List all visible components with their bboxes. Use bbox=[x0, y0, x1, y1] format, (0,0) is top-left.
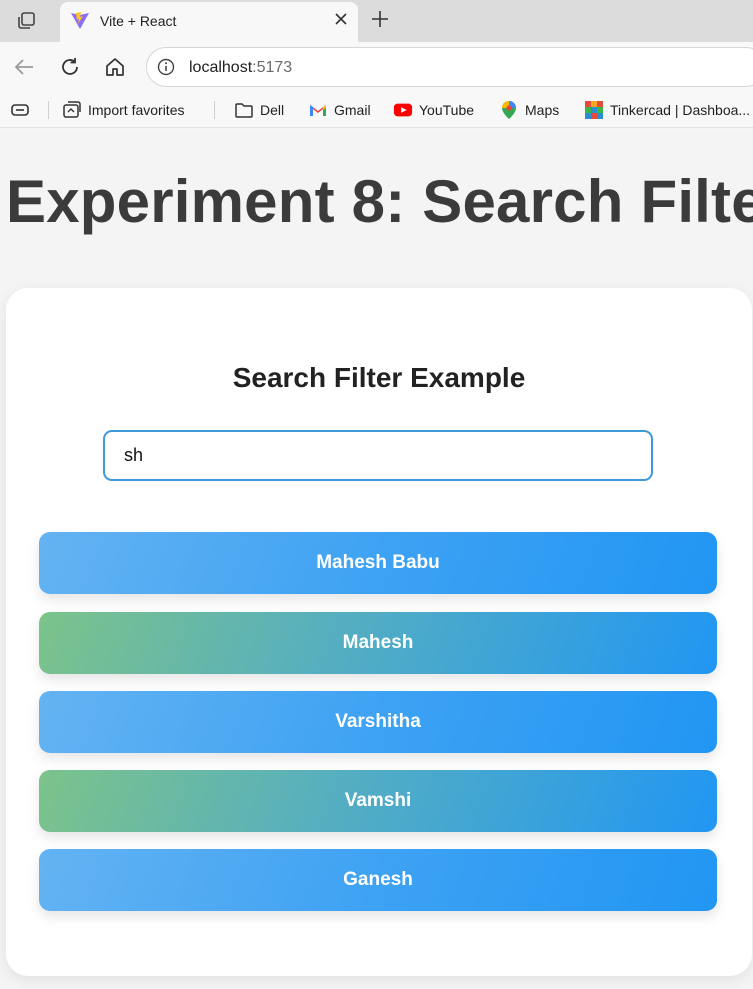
page-viewport: Experiment 8: Search Filter Search Filte… bbox=[0, 129, 753, 989]
gmail-icon bbox=[308, 100, 328, 120]
youtube-icon bbox=[393, 100, 413, 120]
address-bar[interactable]: localhost:5173 bbox=[146, 47, 753, 87]
vite-icon bbox=[70, 11, 90, 31]
new-tab-icon[interactable] bbox=[368, 7, 392, 31]
result-label: Ganesh bbox=[343, 869, 413, 890]
bookmark-tinkercad[interactable]: Tinkercad | Dashboa... bbox=[584, 99, 750, 121]
browser-tab[interactable]: Vite + React bbox=[60, 2, 358, 42]
import-favorites-icon bbox=[62, 100, 82, 120]
navigation-bar: localhost:5173 bbox=[0, 42, 753, 92]
site-info-icon[interactable] bbox=[157, 58, 175, 76]
bookmark-label: Maps bbox=[525, 102, 560, 118]
bookmark-dell[interactable]: Dell bbox=[234, 99, 284, 121]
back-icon[interactable] bbox=[12, 55, 36, 79]
bookmark-youtube[interactable]: YouTube bbox=[393, 99, 474, 121]
url-port: :5173 bbox=[252, 59, 293, 76]
tinkercad-icon bbox=[584, 100, 604, 120]
bookmark-maps[interactable]: Maps bbox=[499, 99, 559, 121]
card-heading: Search Filter Example bbox=[232, 362, 526, 393]
result-item[interactable]: Ganesh bbox=[39, 849, 717, 911]
result-label: Varshitha bbox=[335, 711, 421, 732]
bookmark-label: Dell bbox=[260, 102, 285, 118]
home-icon[interactable] bbox=[103, 55, 127, 79]
bookmark-separator bbox=[214, 101, 215, 119]
result-label: Mahesh bbox=[342, 632, 414, 653]
bookmarks-bar: Import favorites Dell Gmail YouTube Maps… bbox=[0, 92, 753, 128]
bookmark-label: Import favorites bbox=[88, 102, 185, 118]
result-item[interactable]: Mahesh bbox=[39, 612, 717, 674]
result-item[interactable]: Varshitha bbox=[39, 691, 717, 753]
reading-mode-icon[interactable] bbox=[10, 99, 36, 121]
result-item[interactable]: Mahesh Babu bbox=[39, 532, 717, 594]
page-title: Experiment 8: Search Filter bbox=[6, 168, 753, 235]
result-label: Vamshi bbox=[344, 790, 412, 811]
search-input[interactable] bbox=[103, 430, 653, 481]
result-item[interactable]: Vamshi bbox=[39, 770, 717, 832]
close-tab-icon[interactable] bbox=[330, 8, 352, 30]
bookmark-label: YouTube bbox=[419, 102, 475, 118]
tab-title: Vite + React bbox=[100, 13, 177, 29]
bookmark-gmail[interactable]: Gmail bbox=[308, 99, 371, 121]
bookmark-label: Gmail bbox=[334, 102, 371, 118]
bookmark-separator bbox=[48, 101, 49, 119]
maps-pin-icon bbox=[499, 100, 519, 120]
bookmark-label: Tinkercad | Dashboa... bbox=[610, 102, 751, 118]
tab-actions-icon[interactable] bbox=[14, 10, 38, 32]
search-card: Search Filter Example Mahesh Babu Mahesh… bbox=[6, 288, 752, 976]
tab-bar: Vite + React bbox=[0, 0, 753, 42]
bookmark-import-favorites[interactable]: Import favorites bbox=[62, 99, 184, 121]
result-label: Mahesh Babu bbox=[316, 552, 440, 573]
url-host: localhost bbox=[189, 59, 253, 76]
refresh-icon[interactable] bbox=[58, 55, 82, 79]
folder-icon bbox=[234, 100, 254, 120]
url-text: localhost:5173 bbox=[189, 59, 292, 77]
